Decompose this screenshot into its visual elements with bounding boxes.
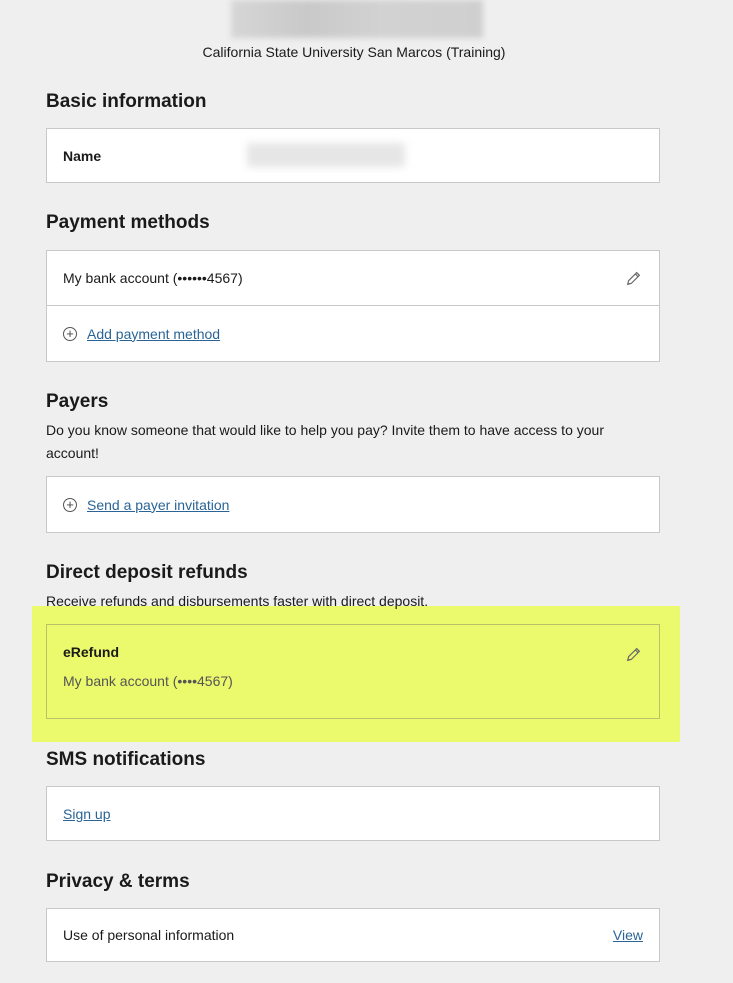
- direct-deposit-description: Receive refunds and disbursements faster…: [46, 593, 429, 609]
- payers-card: + Send a payer invitation: [46, 476, 660, 533]
- section-title-payers: Payers: [46, 391, 109, 412]
- payment-method-account: My bank account (••••••4567): [63, 270, 243, 286]
- section-title-payment-methods: Payment methods: [46, 212, 210, 233]
- name-label: Name: [63, 147, 102, 164]
- add-payment-method-link[interactable]: Add payment method: [87, 326, 220, 342]
- university-name: California State University San Marcos (…: [202, 44, 506, 60]
- pencil-icon[interactable]: [625, 269, 643, 287]
- erefund-card[interactable]: eRefund My bank account (••••4567): [46, 624, 660, 719]
- send-invitation-row: + Send a payer invitation: [47, 477, 659, 532]
- sms-signup-row: Sign up: [47, 787, 659, 840]
- section-title-direct-deposit: Direct deposit refunds: [46, 562, 248, 583]
- payers-description: Do you know someone that would like to h…: [46, 422, 604, 461]
- send-payer-invitation-link[interactable]: Send a payer invitation: [87, 497, 229, 513]
- privacy-card: Use of personal information View: [46, 908, 660, 962]
- section-title-privacy-terms: Privacy & terms: [46, 871, 190, 892]
- erefund-title: eRefund: [63, 644, 119, 660]
- erefund-account: My bank account (••••4567): [63, 673, 233, 689]
- plus-circle-icon[interactable]: +: [63, 326, 77, 341]
- payment-method-row[interactable]: My bank account (••••••4567): [47, 251, 659, 305]
- payment-methods-card: My bank account (••••••4567) + Add payme…: [46, 250, 660, 362]
- privacy-item-label: Use of personal information: [63, 927, 235, 943]
- privacy-row: Use of personal information View: [47, 909, 659, 961]
- logo-placeholder: [231, 0, 483, 38]
- section-title-basic-information: Basic information: [46, 91, 207, 112]
- view-link[interactable]: View: [613, 927, 643, 943]
- section-title-sms-notifications: SMS notifications: [46, 749, 206, 770]
- sms-sign-up-link[interactable]: Sign up: [63, 806, 110, 822]
- sms-card: Sign up: [46, 786, 660, 841]
- name-value-redacted: [247, 143, 405, 167]
- pencil-icon[interactable]: [625, 645, 643, 663]
- add-payment-method-row: + Add payment method: [47, 305, 659, 361]
- plus-circle-icon[interactable]: +: [63, 497, 77, 512]
- basic-info-card: Name: [46, 128, 660, 183]
- name-row: Name: [47, 129, 659, 182]
